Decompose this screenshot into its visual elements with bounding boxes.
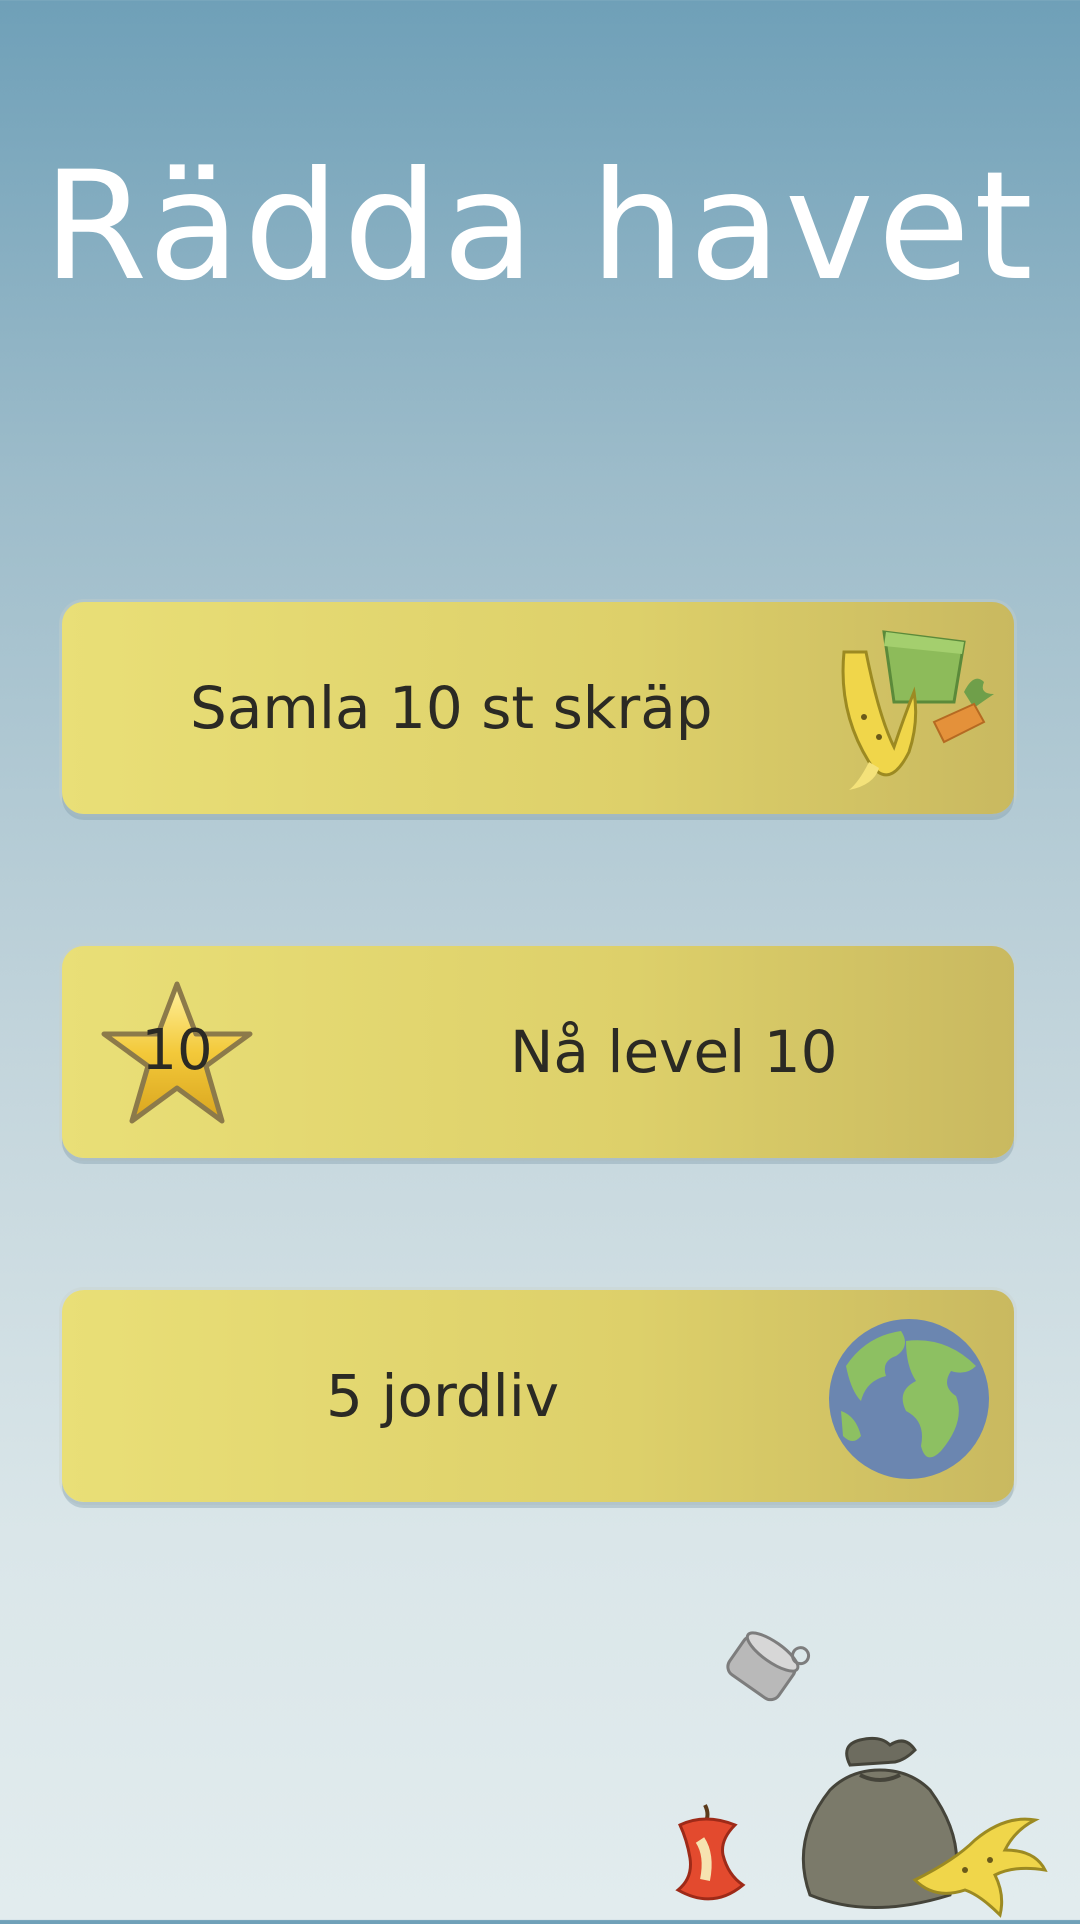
apple-core-icon bbox=[665, 1800, 765, 1914]
page-title: Rädda havet bbox=[43, 140, 1037, 314]
banana-peel-icon bbox=[895, 1800, 1055, 1924]
goal-label: Samla 10 st skräp bbox=[190, 674, 713, 742]
star-badge-icon: 10 bbox=[92, 976, 262, 1136]
goal-label: 5 jordliv bbox=[326, 1362, 560, 1430]
trash-pile-icon bbox=[824, 622, 994, 797]
star-badge-number: 10 bbox=[141, 1018, 213, 1083]
earth-globe-icon bbox=[826, 1316, 992, 1482]
goal-label: Nå level 10 bbox=[510, 1018, 838, 1086]
goal-card-collect-trash[interactable]: Samla 10 st skräp bbox=[62, 602, 1014, 814]
goal-card-earth-lives[interactable]: 5 jordliv bbox=[62, 1290, 1014, 1502]
goal-card-reach-level[interactable]: 10 Nå level 10 bbox=[62, 946, 1014, 1158]
tin-can-icon bbox=[710, 1620, 820, 1724]
